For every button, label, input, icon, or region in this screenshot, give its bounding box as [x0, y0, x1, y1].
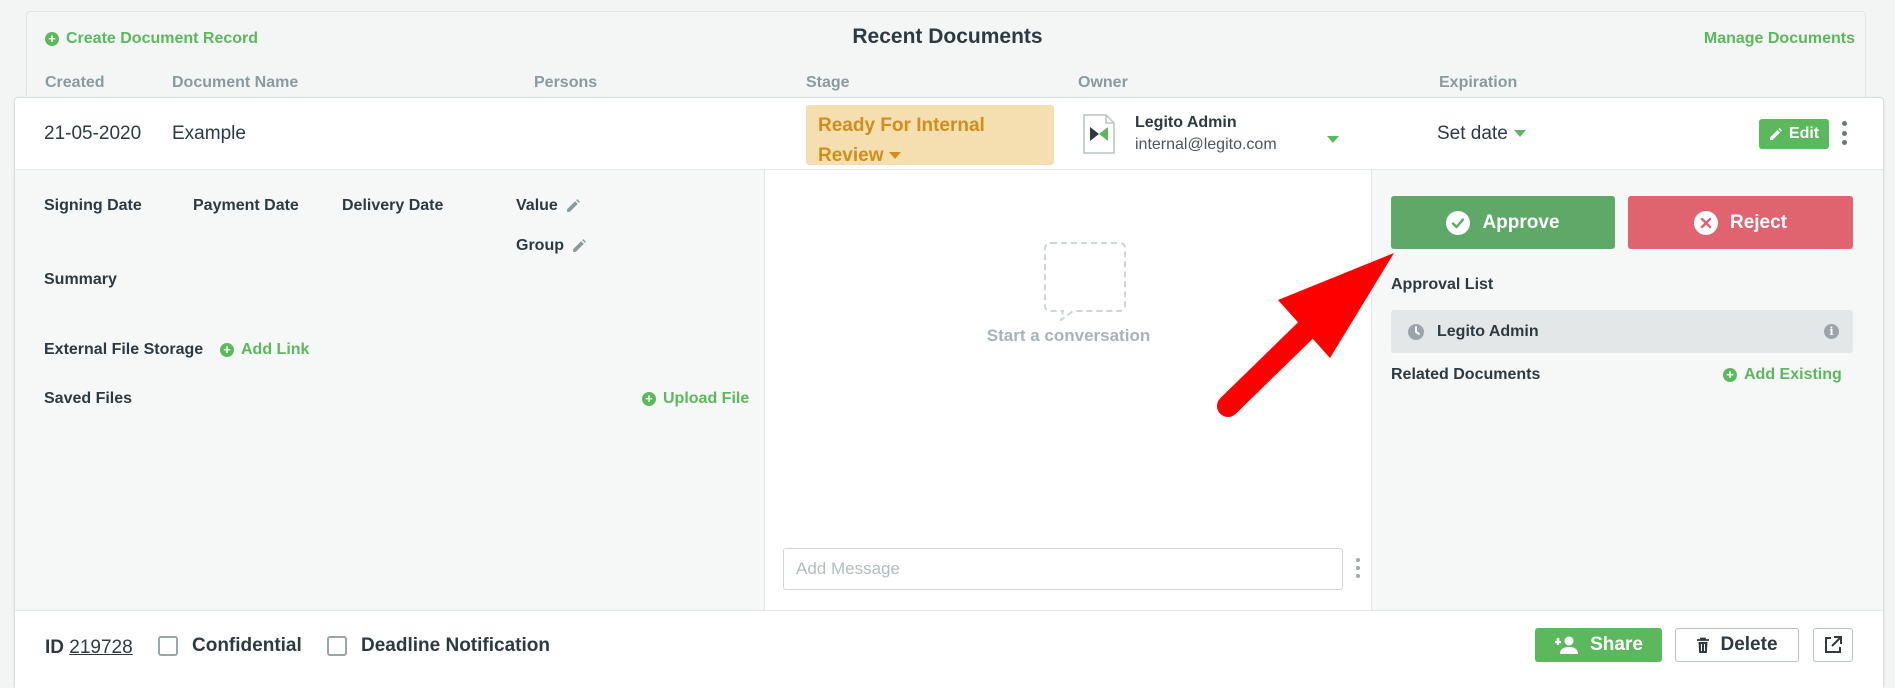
manage-documents-link[interactable]: Manage Documents [1704, 30, 1855, 48]
value-field[interactable]: Value [516, 197, 581, 215]
start-conversation-text: Start a conversation [986, 326, 1151, 345]
stage-label-line1: Ready For Internal [818, 115, 985, 136]
confidential-checkbox[interactable]: Confidential [158, 635, 302, 657]
check-circle-icon [1446, 210, 1471, 235]
share-button[interactable]: Share [1535, 628, 1662, 662]
reject-label: Reject [1729, 211, 1788, 233]
message-options-icon[interactable] [1356, 558, 1360, 578]
approval-list-title: Approval List [1391, 276, 1494, 293]
approval-list-item[interactable]: Legito Admin i [1391, 310, 1853, 353]
plus-circle-icon: + [642, 392, 656, 406]
document-footer: ID 219728 Confidential Deadline Notifica… [15, 610, 1883, 688]
saved-files-label: Saved Files [44, 390, 133, 407]
approver-name: Legito Admin [1437, 322, 1539, 340]
create-document-label: Create Document Record [66, 30, 259, 47]
x-circle-icon [1693, 210, 1718, 235]
open-external-button[interactable] [1813, 628, 1853, 662]
add-existing-button[interactable]: + Add Existing [1723, 366, 1842, 384]
clock-icon [1408, 323, 1424, 340]
conversation-panel: Start a conversation [765, 170, 1372, 610]
expiration-set-date[interactable]: Set date [1437, 123, 1526, 145]
document-name: Example [172, 123, 246, 144]
share-label: Share [1590, 634, 1643, 655]
pencil-icon[interactable] [566, 198, 581, 213]
more-options-icon[interactable] [1841, 121, 1847, 145]
owner-email: internal@legito.com [1135, 136, 1277, 153]
upload-file-button[interactable]: + Upload File [642, 390, 749, 408]
deadline-notification-checkbox[interactable]: Deadline Notification [327, 635, 550, 657]
owner-logo-icon [1083, 114, 1115, 154]
owner-dropdown-caret-icon[interactable] [1327, 131, 1339, 149]
caret-down-icon [1513, 130, 1526, 138]
pencil-icon[interactable] [572, 238, 587, 253]
signing-date-label: Signing Date [44, 197, 142, 214]
plus-circle-icon: + [1723, 368, 1737, 382]
plus-circle-icon: + [45, 32, 59, 46]
create-document-record-link[interactable]: + Create Document Record [45, 30, 258, 48]
column-owner[interactable]: Owner [1078, 74, 1128, 92]
upload-file-label: Upload File [663, 390, 750, 407]
id-label: ID [45, 637, 64, 658]
delivery-date-label: Delivery Date [342, 197, 444, 214]
caret-down-icon [889, 152, 902, 160]
group-label: Group [516, 237, 564, 254]
document-id: ID 219728 [45, 637, 133, 659]
add-link-button[interactable]: + Add Link [220, 341, 309, 359]
column-stage[interactable]: Stage [806, 74, 850, 92]
document-card: 21-05-2020 Example Ready For Internal Re… [14, 97, 1884, 688]
delete-label: Delete [1720, 634, 1778, 655]
trash-icon [1697, 637, 1710, 653]
approve-label: Approve [1482, 211, 1560, 233]
id-link[interactable]: 219728 [69, 637, 132, 658]
related-documents-title: Related Documents [1391, 366, 1541, 383]
add-link-label: Add Link [241, 341, 310, 358]
pencil-icon [1769, 128, 1782, 140]
confidential-label: Confidential [192, 635, 302, 656]
edit-button[interactable]: Edit [1759, 119, 1829, 149]
created-date: 21-05-2020 [44, 123, 142, 144]
external-file-storage-label: External File Storage [44, 341, 204, 358]
external-link-icon [1825, 636, 1842, 653]
column-created[interactable]: Created [45, 74, 105, 92]
add-message-input[interactable] [783, 548, 1343, 590]
info-icon[interactable]: i [1824, 324, 1839, 339]
chat-bubble-icon [1044, 242, 1126, 321]
stage-dropdown[interactable]: Ready For Internal Review [806, 105, 1054, 166]
checkbox-box[interactable] [327, 636, 347, 656]
delete-button[interactable]: Delete [1675, 628, 1799, 662]
document-details-panel: Signing Date Payment Date Delivery Date … [15, 170, 765, 610]
value-label: Value [516, 197, 558, 214]
approve-button[interactable]: Approve [1391, 196, 1615, 249]
deadline-notification-label: Deadline Notification [361, 635, 550, 656]
payment-date-label: Payment Date [193, 197, 299, 214]
column-expiration[interactable]: Expiration [1439, 74, 1517, 92]
edit-label: Edit [1788, 125, 1820, 142]
group-field[interactable]: Group [516, 237, 587, 255]
page-title: Recent Documents [852, 25, 1043, 48]
checkbox-box[interactable] [158, 636, 178, 656]
stage-label-line2: Review [818, 145, 884, 166]
column-persons[interactable]: Persons [534, 74, 597, 92]
document-row[interactable]: 21-05-2020 Example Ready For Internal Re… [15, 98, 1883, 170]
reject-button[interactable]: Reject [1628, 196, 1853, 249]
set-date-label: Set date [1437, 123, 1508, 144]
add-existing-label: Add Existing [1744, 366, 1842, 383]
owner-name: Legito Admin [1135, 114, 1237, 131]
plus-circle-icon: + [220, 343, 234, 357]
column-document-name[interactable]: Document Name [172, 74, 298, 92]
summary-label: Summary [44, 271, 117, 288]
add-user-icon [1555, 636, 1579, 654]
approval-panel: Approve Reject Approval List Legito Admi… [1372, 170, 1883, 610]
